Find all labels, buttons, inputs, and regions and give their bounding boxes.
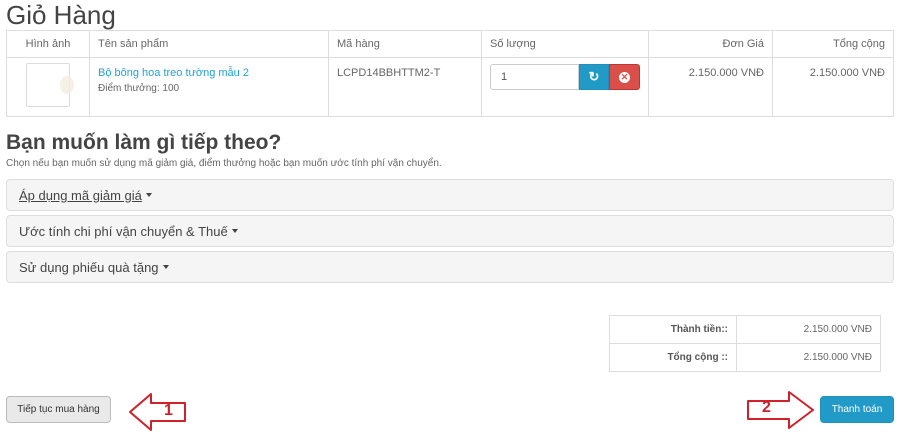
totals-row-total: Tổng cộng :: 2.150.000 VNĐ — [609, 343, 881, 372]
product-thumbnail[interactable] — [26, 63, 70, 107]
caret-down-icon — [162, 265, 169, 269]
next-steps-description: Chọn nếu bạn muốn sử dụng mã giảm giá, đ… — [6, 158, 442, 169]
panel-shipping[interactable]: Ước tính chi phí vận chuyển & Thuế — [6, 215, 894, 247]
remove-icon: ✕ — [619, 71, 630, 83]
product-total: 2.150.000 VNĐ — [772, 57, 894, 117]
header-unit-price: Đơn Giá — [648, 30, 773, 58]
next-steps-title: Bạn muốn làm gì tiếp theo? — [6, 131, 282, 154]
caret-down-icon — [231, 229, 238, 233]
product-code: LCPD14BBHTTM2-T — [328, 57, 482, 117]
panel-shipping-label: Ước tính chi phí vận chuyển & Thuế — [19, 223, 228, 239]
remove-item-button[interactable]: ✕ — [609, 64, 640, 90]
panel-voucher[interactable]: Sử dụng phiếu quà tặng — [6, 251, 894, 283]
refresh-icon: ↻ — [588, 69, 600, 84]
checkout-button[interactable]: Thanh toán — [820, 396, 894, 423]
totals-table: Thành tiền:: 2.150.000 VNĐ Tổng cộng :: … — [609, 315, 881, 372]
cart-table: Hình ảnh Tên sản phẩm Mã hàng Số lượng Đ… — [6, 30, 894, 117]
panel-coupon-label: Áp dụng mã giảm giá — [19, 187, 142, 203]
header-qty: Số lượng — [481, 30, 649, 58]
product-name-cell: Bộ bông hoa treo tường mẫu 2 Điểm thưởng… — [89, 57, 329, 117]
totals-row-subtotal: Thành tiền:: 2.150.000 VNĐ — [609, 315, 881, 344]
annotation-number-2: 2 — [762, 399, 771, 416]
caret-down-icon — [145, 193, 152, 197]
cart-header-row: Hình ảnh Tên sản phẩm Mã hàng Số lượng Đ… — [6, 30, 894, 58]
continue-shopping-button[interactable]: Tiếp tục mua hàng — [6, 396, 111, 423]
subtotal-label: Thành tiền:: — [609, 315, 737, 344]
page-title: Giỏ Hàng — [6, 0, 116, 30]
update-quantity-button[interactable]: ↻ — [579, 64, 609, 90]
header-name: Tên sản phẩm — [89, 30, 329, 58]
header-total: Tổng cộng — [772, 30, 894, 58]
table-row: Bộ bông hoa treo tường mẫu 2 Điểm thưởng… — [6, 57, 894, 117]
total-value: 2.150.000 VNĐ — [736, 343, 881, 372]
panel-voucher-label: Sử dụng phiếu quà tặng — [19, 259, 159, 275]
annotation-number-1: 1 — [164, 402, 173, 419]
total-label: Tổng cộng :: — [609, 343, 737, 372]
annotation-arrow-2 — [747, 391, 814, 429]
product-reward-points: Điểm thưởng: 100 — [98, 83, 180, 94]
product-unit-price: 2.150.000 VNĐ — [648, 57, 773, 117]
subtotal-value: 2.150.000 VNĐ — [736, 315, 881, 344]
header-image: Hình ảnh — [6, 30, 90, 58]
annotation-arrow-1 — [129, 393, 186, 431]
header-code: Mã hàng — [328, 30, 482, 58]
quantity-group: ↻ ✕ — [490, 64, 640, 90]
product-qty-cell: ↻ ✕ — [481, 57, 649, 117]
panel-coupon[interactable]: Áp dụng mã giảm giá — [6, 179, 894, 211]
product-name-link[interactable]: Bộ bông hoa treo tường mẫu 2 — [98, 67, 320, 79]
product-image-cell — [6, 57, 90, 117]
quantity-input[interactable] — [490, 64, 579, 90]
